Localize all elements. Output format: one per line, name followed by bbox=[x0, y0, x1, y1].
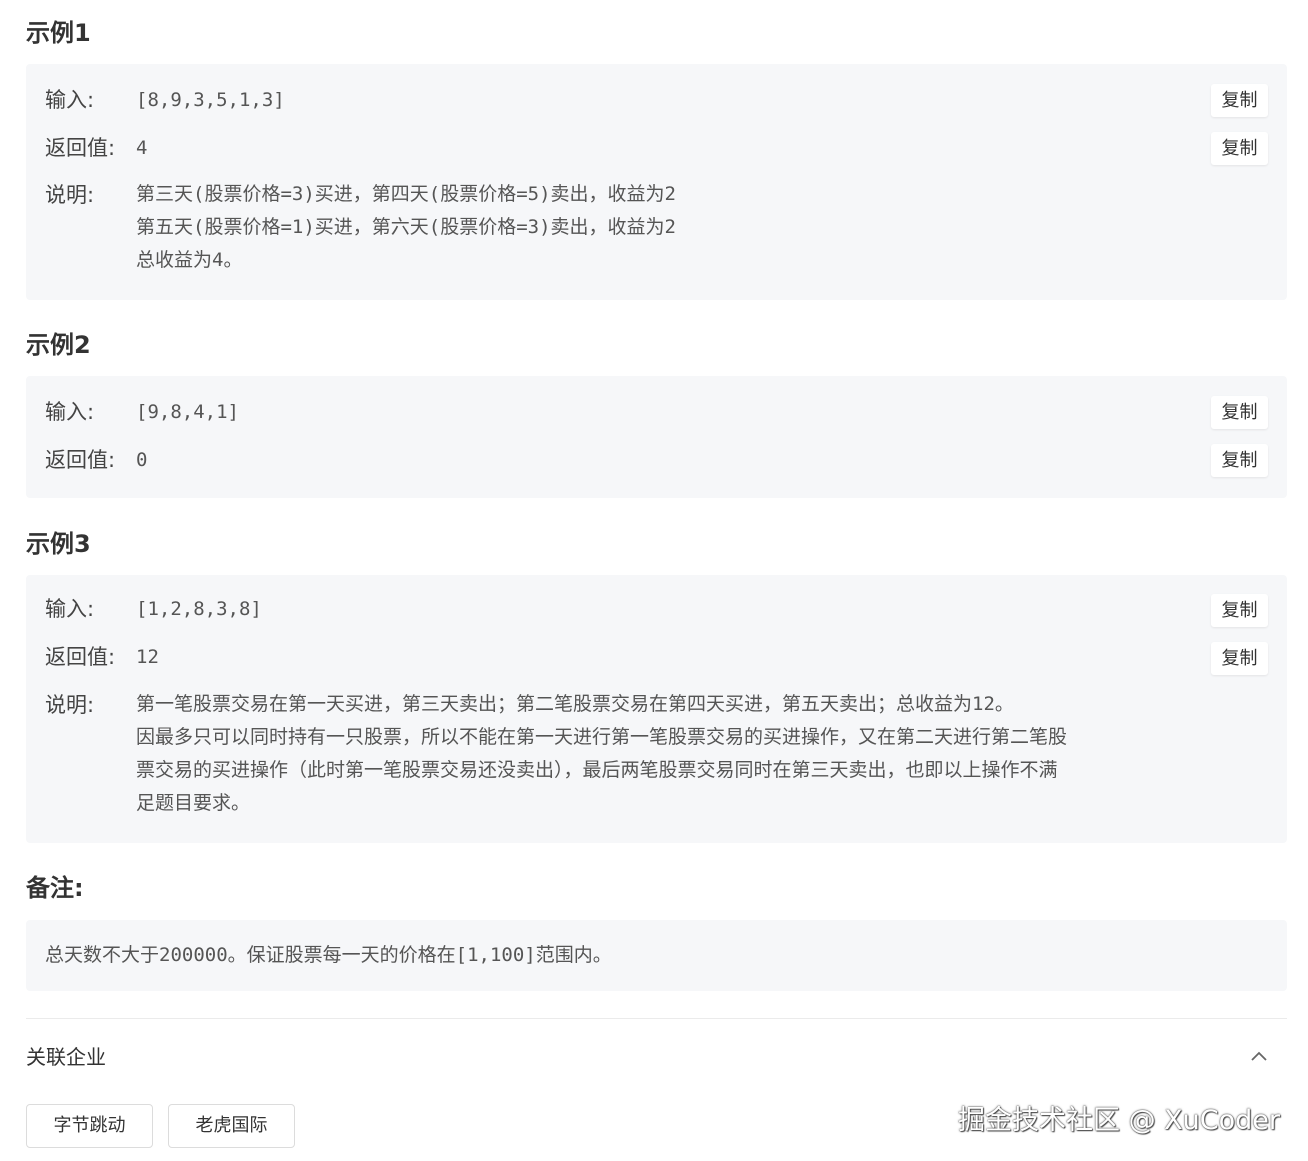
explanation: 第三天(股票价格=3)买进，第四天(股票价格=5)卖出，收益为2 第五天(股票价… bbox=[136, 178, 1246, 277]
note-text: 总天数不大于200000。保证股票每一天的价格在[1,100]范围内。 bbox=[45, 944, 612, 966]
input-label: 输入: bbox=[45, 597, 95, 621]
return-label: 返回值: bbox=[45, 136, 116, 160]
company-tag[interactable]: 老虎国际 bbox=[168, 1104, 295, 1148]
example-1-title: 示例1 bbox=[26, 19, 91, 47]
explanation: 第一笔股票交易在第一天买进，第三天卖出；第二笔股票交易在第四天买进，第五天卖出；… bbox=[136, 688, 1246, 820]
explanation-line: 因最多只可以同时持有一只股票，所以不能在第一天进行第一笔股票交易的买进操作，又在… bbox=[136, 726, 1068, 748]
explain-label: 说明: bbox=[45, 183, 95, 207]
input-value: [9,8,4,1] bbox=[136, 401, 239, 423]
explanation-line: 足题目要求。 bbox=[136, 792, 251, 814]
copy-return-button[interactable]: 复制 bbox=[1211, 132, 1268, 165]
note-box: 总天数不大于200000。保证股票每一天的价格在[1,100]范围内。 bbox=[26, 920, 1287, 991]
input-value: [8,9,3,5,1,3] bbox=[136, 89, 285, 111]
input-label: 输入: bbox=[45, 400, 95, 424]
example-1-box: 输入: [8,9,3,5,1,3] 复制 返回值: 4 复制 说明: 第三天(股… bbox=[26, 64, 1287, 300]
chevron-up-icon[interactable] bbox=[1249, 1048, 1269, 1064]
copy-return-button[interactable]: 复制 bbox=[1211, 444, 1268, 477]
example-3-title: 示例3 bbox=[26, 530, 91, 558]
explanation-line: 第三天(股票价格=3)买进，第四天(股票价格=5)卖出，收益为2 bbox=[136, 183, 676, 205]
explanation-line: 票交易的买进操作（此时第一笔股票交易还没卖出），最后两笔股票交易同时在第三天卖出… bbox=[136, 759, 1058, 781]
return-label: 返回值: bbox=[45, 645, 116, 669]
example-2-box: 输入: [9,8,4,1] 复制 返回值: 0 复制 bbox=[26, 376, 1287, 498]
input-value: [1,2,8,3,8] bbox=[136, 598, 262, 620]
return-value: 12 bbox=[136, 646, 159, 668]
explanation-line: 第五天(股票价格=1)买进，第六天(股票价格=3)卖出，收益为2 bbox=[136, 216, 676, 238]
company-tag[interactable]: 字节跳动 bbox=[26, 1104, 153, 1148]
copy-input-button[interactable]: 复制 bbox=[1211, 84, 1268, 117]
note-title: 备注: bbox=[26, 874, 84, 902]
divider bbox=[26, 1018, 1287, 1019]
return-label: 返回值: bbox=[45, 448, 116, 472]
explain-label: 说明: bbox=[45, 693, 95, 717]
explanation-line: 第一笔股票交易在第一天买进，第三天卖出；第二笔股票交易在第四天买进，第五天卖出；… bbox=[136, 693, 1014, 715]
copy-return-button[interactable]: 复制 bbox=[1211, 642, 1268, 675]
related-companies-title: 关联企业 bbox=[26, 1045, 106, 1069]
example-3-box: 输入: [1,2,8,3,8] 复制 返回值: 12 复制 说明: 第一笔股票交… bbox=[26, 575, 1287, 843]
return-value: 0 bbox=[136, 449, 148, 471]
explanation-line: 总收益为4。 bbox=[136, 249, 243, 271]
copy-input-button[interactable]: 复制 bbox=[1211, 396, 1268, 429]
copy-input-button[interactable]: 复制 bbox=[1211, 594, 1268, 627]
example-2-title: 示例2 bbox=[26, 331, 91, 359]
watermark: 掘金技术社区 @ XuCoder bbox=[958, 1105, 1280, 1136]
return-value: 4 bbox=[136, 137, 148, 159]
input-label: 输入: bbox=[45, 88, 95, 112]
